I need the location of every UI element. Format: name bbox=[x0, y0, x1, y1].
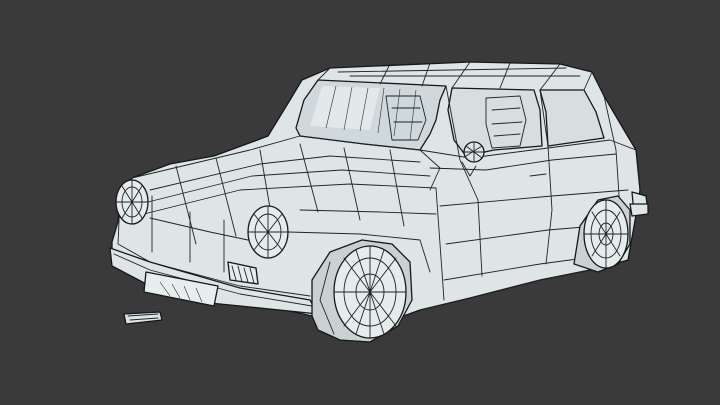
headlight-right bbox=[247, 205, 289, 259]
car-wireframe-icon bbox=[109, 61, 649, 343]
headlight-left bbox=[115, 179, 149, 225]
3d-viewport[interactable] bbox=[0, 0, 720, 405]
loose-part bbox=[123, 311, 163, 325]
side-window-front bbox=[447, 87, 543, 157]
